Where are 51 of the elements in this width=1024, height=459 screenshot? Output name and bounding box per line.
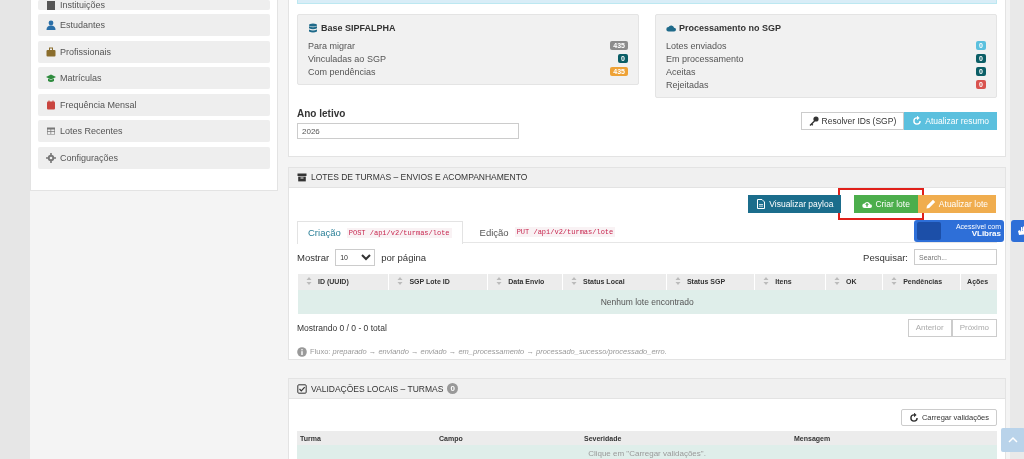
card-title: Processamento no SGP — [679, 23, 782, 33]
database-icon — [308, 23, 318, 33]
sort-icon — [569, 276, 579, 287]
calendar-icon — [46, 99, 56, 110]
panel-title: LOTES DE TURMAS – ENVIOS E ACOMPANHAMENTO — [311, 172, 528, 183]
sidebar-item[interactable]: Estudantes — [38, 14, 270, 36]
cloud-icon — [666, 23, 676, 33]
sidebar-item[interactable]: Configurações — [38, 146, 270, 169]
graduation-cap-icon — [46, 73, 56, 83]
empty-message: Nenhum lote encontrado — [297, 289, 997, 314]
pencil-icon — [925, 198, 936, 209]
stat-label: Aceitas — [666, 66, 696, 77]
stat-label: Com pendências — [308, 66, 376, 77]
info-icon — [297, 346, 307, 357]
sidebar-item[interactable]: Frequência Mensal — [38, 93, 270, 116]
search-label: Pesquisar: — [863, 251, 908, 263]
sidebar-item[interactable]: Instituições — [38, 0, 270, 10]
refresh-icon — [912, 116, 923, 126]
avatar-placeholder — [917, 222, 941, 240]
checkbox-icon — [297, 383, 307, 394]
stat-label: Vinculadas ao SGP — [308, 53, 386, 64]
view-payload-button[interactable]: Visualizar payloa — [748, 194, 842, 213]
table-icon — [46, 126, 56, 136]
panel-title: VALIDAÇÕES LOCAIS – TURMAS — [311, 383, 444, 394]
stat-label: Em processamento — [666, 53, 744, 64]
table-info: Mostrando 0 / 0 - 0 total — [297, 322, 387, 333]
building-icon — [46, 0, 56, 10]
archive-icon — [297, 172, 307, 183]
sidebar-item[interactable]: Lotes Recentes — [38, 120, 270, 142]
year-input[interactable]: 2026 — [297, 123, 519, 139]
sidebar-item[interactable]: Matrículas — [38, 67, 270, 89]
person-icon — [46, 20, 56, 30]
length-label: por página — [381, 251, 427, 263]
empty-message: Clique em "Carregar validações". — [297, 445, 997, 459]
sidebar-item[interactable]: Profissionais — [38, 40, 270, 63]
stat-label: Rejeitadas — [666, 79, 709, 90]
stat-label: Lotes enviados — [666, 40, 727, 51]
document-icon — [756, 198, 767, 209]
refresh-icon — [908, 412, 919, 423]
length-label: Mostrar — [297, 251, 330, 263]
scrollbar[interactable] — [1010, 0, 1024, 459]
chevron-up-icon — [1008, 435, 1018, 445]
card-title: Base SIPFALPHA — [321, 23, 396, 33]
stat-label: Para migrar — [308, 40, 355, 51]
briefcase-icon — [46, 46, 56, 57]
field-label: Ano letivo — [297, 108, 347, 119]
count-badge: 0 — [447, 383, 458, 394]
sign-language-icon — [1017, 226, 1024, 236]
key-icon — [808, 116, 819, 126]
sort-icon — [304, 276, 314, 287]
resolve-ids-button[interactable]: Resolver IDs (SGP) — [800, 112, 905, 130]
